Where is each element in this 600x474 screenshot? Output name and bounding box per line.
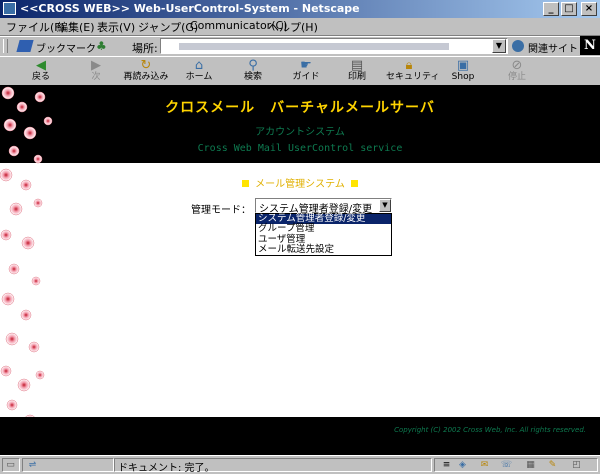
edit-icon[interactable]: ✎ xyxy=(546,460,559,470)
security-button[interactable]: 🔒︎ セキュリティ xyxy=(386,57,440,85)
discussion-icon[interactable]: ☏ xyxy=(500,460,513,470)
option-group-management[interactable]: グループ管理 xyxy=(256,224,391,234)
section-title-text: メール管理システム xyxy=(255,179,345,190)
bookmarks-button[interactable]: ブックマーク xyxy=(36,40,96,55)
title-bar: <<CROSS WEB>> Web-UserControl-System - N… xyxy=(0,0,600,18)
menu-edit[interactable]: 編集(E) xyxy=(57,19,95,35)
lock-icon: 🔒︎ xyxy=(405,58,413,73)
page-content: クロスメール バーチャルメールサーバ アカウントシステム Cross Web M… xyxy=(0,85,600,455)
mode-dropdown-list: システム管理者登録/変更 グループ管理 ユーザ管理 メール転送先設定 xyxy=(255,213,392,256)
copyright-text: Copyright (C) 2002 Cross Web, Inc. All r… xyxy=(394,426,586,434)
bookmark-icon[interactable] xyxy=(16,40,34,52)
url-input[interactable] xyxy=(160,38,508,54)
service-name: Cross Web Mail UserControl service xyxy=(197,143,403,154)
stop-icon: ⊘ xyxy=(511,58,523,73)
forward-label: 次 xyxy=(91,72,101,82)
print-label: 印刷 xyxy=(347,72,366,82)
page-subtitle: アカウントシステム xyxy=(255,127,345,138)
menu-help[interactable]: ヘルプ(H) xyxy=(268,19,318,35)
location-label: 場所: xyxy=(132,42,158,55)
navigator-component-icon[interactable]: ◈ xyxy=(456,460,469,470)
toolbar-grip[interactable] xyxy=(3,39,8,53)
back-arrow-icon: ◀ xyxy=(36,58,46,73)
home-icon: ⌂ xyxy=(194,58,204,73)
minimize-button[interactable]: _ xyxy=(543,2,559,16)
security-label: セキュリティ xyxy=(386,72,440,82)
forward-arrow-icon: ▶ xyxy=(91,58,101,73)
stop-button[interactable]: ⊘ 停止 xyxy=(494,57,540,85)
forward-button[interactable]: ▶ 次 xyxy=(73,57,119,85)
bullet-square xyxy=(350,180,358,187)
status-bar: ▭ ⇌ ドキュメント: 完了。 ≡ ◈ ✉ ☏ ▦ ✎ ◰ xyxy=(0,455,600,474)
section-title: メール管理システム xyxy=(0,175,600,190)
search-label: 検索 xyxy=(243,72,262,82)
related-sites-button[interactable]: 関連サイト xyxy=(528,40,578,55)
cherry-blossom-decoration xyxy=(0,86,53,448)
lock-status-icon: ▭ xyxy=(6,460,15,470)
page-proxy-icon[interactable]: ♣ xyxy=(96,40,108,52)
close-button[interactable]: × xyxy=(581,2,597,16)
page-header: クロスメール バーチャルメールサーバ アカウントシステム Cross Web M… xyxy=(0,85,600,163)
search-icon: ⚲ xyxy=(248,58,258,73)
shop-label: Shop xyxy=(451,72,475,82)
maximize-button[interactable]: □ xyxy=(561,2,577,16)
url-dropdown-button[interactable]: ▼ xyxy=(492,39,506,53)
netcaster-icon[interactable]: ◰ xyxy=(570,460,583,470)
home-label: ホーム xyxy=(185,72,213,82)
option-mail-forwarding[interactable]: メール転送先設定 xyxy=(256,244,391,255)
shop-bag-icon: ▣ xyxy=(456,58,470,73)
guide-button[interactable]: ☛ ガイド xyxy=(283,57,329,85)
mail-icon[interactable]: ✉ xyxy=(478,460,491,470)
reload-icon: ↻ xyxy=(140,58,152,73)
bullet-square xyxy=(242,180,250,187)
print-icon: ▤ xyxy=(350,58,364,73)
window-title: <<CROSS WEB>> Web-UserControl-System - N… xyxy=(20,2,360,15)
page-title: クロスメール バーチャルメールサーバ xyxy=(165,100,435,116)
menu-bar: ファイル(F) 編集(E) 表示(V) ジャンプ(G) Communicator… xyxy=(0,18,600,36)
reload-button[interactable]: ↻ 再読み込み xyxy=(123,57,169,85)
navigation-toolbar: ◀ 戻る ▶ 次 ↻ 再読み込み ⌂ ホーム ⚲ 検索 ☛ ガイド ▤ 印刷 🔒︎ セキュリティ… xyxy=(0,56,600,86)
reload-label: 再読み込み xyxy=(123,72,169,82)
location-bar: ブックマーク ♣ 場所: ▼ 関連サイト xyxy=(0,36,600,57)
url-text-blurred xyxy=(179,43,449,50)
related-sites-icon[interactable] xyxy=(512,40,524,52)
app-icon xyxy=(3,2,16,15)
mode-label: 管理モード： xyxy=(191,205,251,216)
home-button[interactable]: ⌂ ホーム xyxy=(176,57,222,85)
stop-label: 停止 xyxy=(507,72,526,82)
back-label: 戻る xyxy=(31,72,50,82)
composer-icon[interactable]: ▦ xyxy=(524,460,537,470)
mode-select[interactable]: システム管理者登録/変更 ▼ xyxy=(255,198,392,215)
guide-icon: ☛ xyxy=(300,58,312,73)
chevron-down-icon[interactable]: ▼ xyxy=(379,199,391,212)
page-footer: Copyright (C) 2002 Cross Web, Inc. All r… xyxy=(0,417,600,455)
netscape-logo[interactable]: N xyxy=(580,36,600,55)
guide-label: ガイド xyxy=(292,72,320,82)
online-status-icon: ⇌ xyxy=(28,460,37,470)
menu-view[interactable]: 表示(V) xyxy=(97,19,135,35)
search-button[interactable]: ⚲ 検索 xyxy=(230,57,276,85)
print-button[interactable]: ▤ 印刷 xyxy=(334,57,380,85)
navigator-icon[interactable]: ≡ xyxy=(440,460,453,470)
shop-button[interactable]: ▣ Shop xyxy=(440,57,486,85)
back-button[interactable]: ◀ 戻る xyxy=(18,57,64,85)
status-text: ドキュメント: 完了。 xyxy=(118,463,215,474)
